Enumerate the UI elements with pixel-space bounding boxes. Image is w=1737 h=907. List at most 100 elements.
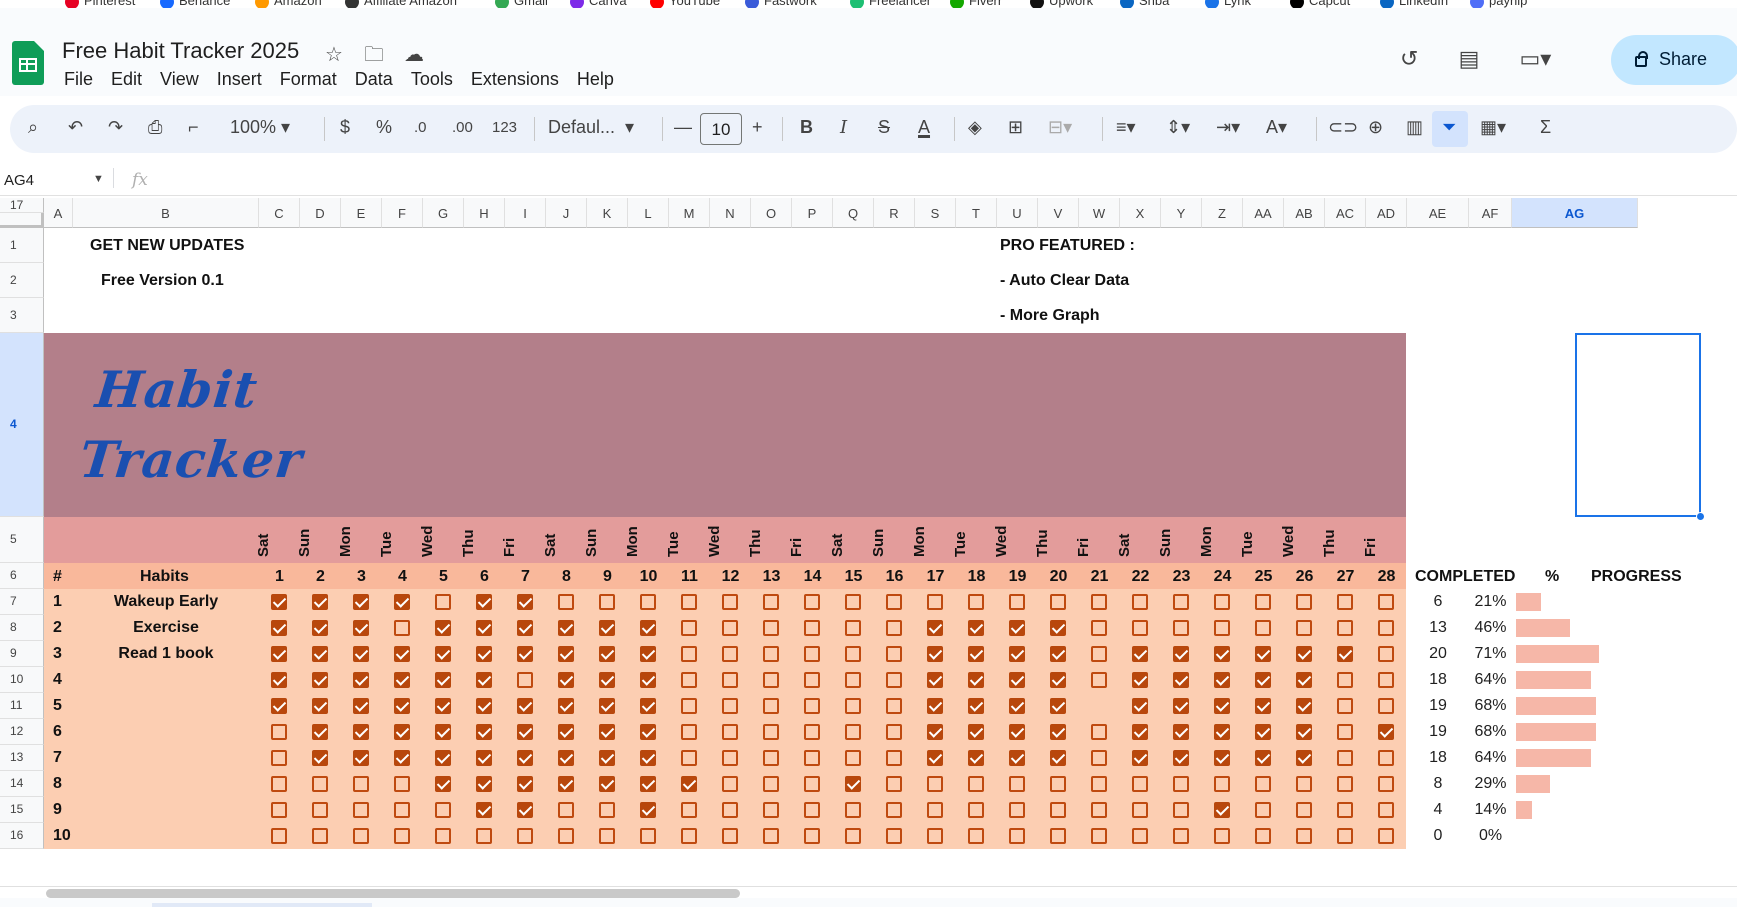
habit-checkbox[interactable]: [476, 646, 492, 662]
menu-item-edit[interactable]: Edit: [111, 69, 142, 89]
habit-checkbox[interactable]: [1255, 594, 1271, 610]
habit-checkbox[interactable]: [517, 828, 533, 844]
habit-checkbox[interactable]: [271, 646, 287, 662]
habit-checkbox[interactable]: [599, 594, 615, 610]
habit-checkbox[interactable]: [517, 594, 533, 610]
habit-checkbox[interactable]: [1378, 620, 1394, 636]
habit-checkbox[interactable]: [558, 776, 574, 792]
habit-checkbox[interactable]: [1337, 698, 1353, 714]
habit-checkbox[interactable]: [640, 646, 656, 662]
habit-checkbox[interactable]: [353, 698, 369, 714]
habit-checkbox[interactable]: [1009, 750, 1025, 766]
column-header-a[interactable]: A: [44, 198, 73, 228]
habit-checkbox[interactable]: [1132, 724, 1148, 740]
habit-checkbox[interactable]: [1050, 620, 1066, 636]
habit-checkbox[interactable]: [763, 724, 779, 740]
habit-checkbox[interactable]: [517, 646, 533, 662]
column-header-v[interactable]: V: [1038, 198, 1079, 228]
increase-font-size-button[interactable]: +: [752, 117, 763, 138]
document-title[interactable]: Free Habit Tracker 2025: [62, 38, 299, 64]
habit-checkbox[interactable]: [476, 750, 492, 766]
habit-checkbox[interactable]: [804, 620, 820, 636]
habit-checkbox[interactable]: [1050, 776, 1066, 792]
habit-checkbox[interactable]: [1337, 646, 1353, 662]
habit-checkbox[interactable]: [640, 698, 656, 714]
habit-checkbox[interactable]: [927, 646, 943, 662]
row-header-7[interactable]: 7: [0, 589, 44, 615]
habit-checkbox[interactable]: [271, 828, 287, 844]
habit-checkbox[interactable]: [394, 776, 410, 792]
fill-handle[interactable]: [1696, 512, 1705, 521]
habit-checkbox[interactable]: [763, 802, 779, 818]
habit-checkbox[interactable]: [599, 828, 615, 844]
version-history-icon[interactable]: ↺: [1400, 46, 1418, 72]
habit-checkbox[interactable]: [1173, 724, 1189, 740]
column-header-q[interactable]: Q: [833, 198, 874, 228]
habit-checkbox[interactable]: [681, 672, 697, 688]
search-icon[interactable]: ⌕: [28, 117, 38, 138]
habit-checkbox[interactable]: [968, 646, 984, 662]
habit-checkbox[interactable]: [845, 802, 861, 818]
habit-checkbox[interactable]: [394, 672, 410, 688]
habit-checkbox[interactable]: [1009, 646, 1025, 662]
habit-checkbox[interactable]: [599, 724, 615, 740]
habit-checkbox[interactable]: [681, 620, 697, 636]
habit-checkbox[interactable]: [804, 802, 820, 818]
column-header-r[interactable]: R: [874, 198, 915, 228]
habit-checkbox[interactable]: [1214, 750, 1230, 766]
habit-checkbox[interactable]: [886, 698, 902, 714]
bookmark-item[interactable]: Behance: [160, 0, 230, 8]
habit-checkbox[interactable]: [804, 750, 820, 766]
habit-checkbox[interactable]: [1337, 750, 1353, 766]
habit-checkbox[interactable]: [681, 750, 697, 766]
bookmark-item[interactable]: Freelancer: [850, 0, 931, 8]
habit-checkbox[interactable]: [927, 698, 943, 714]
habit-checkbox[interactable]: [1255, 646, 1271, 662]
strikethrough-button[interactable]: S: [878, 117, 890, 138]
bookmark-item[interactable]: Lynk: [1205, 0, 1251, 8]
habit-checkbox[interactable]: [435, 828, 451, 844]
habit-checkbox[interactable]: [886, 672, 902, 688]
habit-checkbox[interactable]: [968, 724, 984, 740]
row-header-8[interactable]: 8: [0, 615, 44, 641]
habit-checkbox[interactable]: [722, 594, 738, 610]
habit-checkbox[interactable]: [1214, 672, 1230, 688]
bookmark-item[interactable]: Fastwork: [745, 0, 817, 8]
habit-checkbox[interactable]: [1009, 620, 1025, 636]
habit-checkbox[interactable]: [1296, 750, 1312, 766]
habit-checkbox[interactable]: [558, 750, 574, 766]
habit-checkbox[interactable]: [353, 750, 369, 766]
bookmark-item[interactable]: Amazon: [255, 0, 322, 8]
habit-checkbox[interactable]: [312, 750, 328, 766]
habit-checkbox[interactable]: [435, 802, 451, 818]
habit-checkbox[interactable]: [476, 672, 492, 688]
row-header-2[interactable]: 2: [0, 263, 44, 298]
table-view-icon[interactable]: ▦▾: [1480, 117, 1506, 138]
bookmark-item[interactable]: Canva: [570, 0, 627, 8]
habit-checkbox[interactable]: [681, 828, 697, 844]
habit-checkbox[interactable]: [763, 698, 779, 714]
bookmark-item[interactable]: Pinterest: [65, 0, 135, 8]
row-header-6[interactable]: 6: [0, 563, 44, 589]
habit-checkbox[interactable]: [558, 698, 574, 714]
habit-checkbox[interactable]: [1009, 802, 1025, 818]
habit-checkbox[interactable]: [312, 646, 328, 662]
habit-checkbox[interactable]: [353, 646, 369, 662]
decrease-font-size-button[interactable]: —: [674, 117, 692, 138]
habit-checkbox[interactable]: [558, 828, 574, 844]
habit-checkbox[interactable]: [1091, 672, 1107, 688]
habit-checkbox[interactable]: [927, 802, 943, 818]
habit-checkbox[interactable]: [1132, 672, 1148, 688]
share-button[interactable]: Share: [1611, 35, 1737, 85]
habit-checkbox[interactable]: [968, 620, 984, 636]
habit-checkbox[interactable]: [599, 698, 615, 714]
habit-checkbox[interactable]: [476, 828, 492, 844]
habit-checkbox[interactable]: [1337, 802, 1353, 818]
habit-checkbox[interactable]: [1091, 594, 1107, 610]
bookmark-item[interactable]: Capcut: [1290, 0, 1350, 8]
habit-checkbox[interactable]: [681, 594, 697, 610]
column-header-o[interactable]: O: [751, 198, 792, 228]
habit-checkbox[interactable]: [886, 776, 902, 792]
habit-checkbox[interactable]: [435, 646, 451, 662]
increase-decimal-button[interactable]: .00: [452, 119, 473, 136]
